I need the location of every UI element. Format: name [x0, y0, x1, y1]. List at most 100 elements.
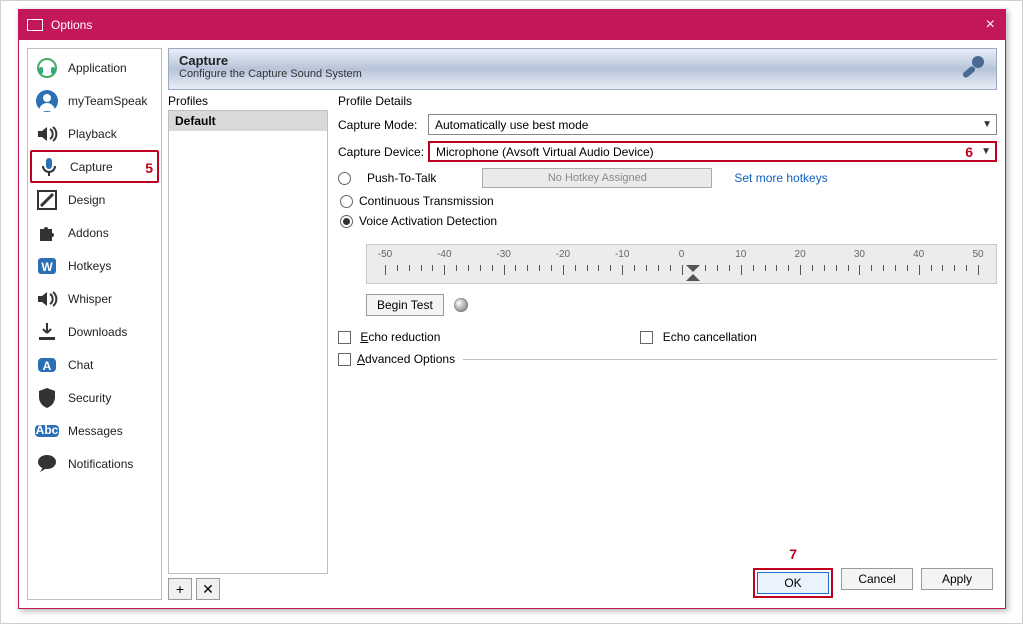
capture-device-value: Microphone (Avsoft Virtual Audio Device)	[436, 145, 654, 159]
sidebar-item-label: Whisper	[68, 292, 112, 306]
slider-tick-label: 10	[735, 249, 746, 260]
sidebar-item-chat[interactable]: A Chat	[30, 348, 159, 381]
sidebar-item-label: Security	[68, 391, 111, 405]
sidebar: Application myTeamSpeak Playback Capture	[27, 48, 162, 600]
download-icon	[34, 319, 60, 345]
sidebar-item-application[interactable]: Application	[30, 51, 159, 84]
speaker-icon	[34, 121, 60, 147]
sidebar-item-label: Messages	[68, 424, 123, 438]
badge-a-icon: A	[34, 352, 60, 378]
slider-tick-label: 0	[679, 249, 685, 260]
slider-tick-label: -10	[615, 249, 629, 260]
sidebar-item-design[interactable]: Design	[30, 183, 159, 216]
microphone-icon	[958, 53, 988, 86]
main-panel: Capture Configure the Capture Sound Syst…	[168, 48, 997, 600]
options-window: Options × Application myTeamSpeak	[18, 9, 1006, 609]
app-icon	[27, 19, 43, 31]
sidebar-item-label: Hotkeys	[68, 259, 111, 273]
dialog-footer: 7 OK Cancel Apply	[338, 558, 997, 600]
sidebar-item-addons[interactable]: Addons	[30, 216, 159, 249]
svg-text:Abc: Abc	[36, 423, 59, 437]
details-label: Profile Details	[338, 90, 997, 114]
more-hotkeys-link[interactable]: Set more hotkeys	[734, 171, 827, 185]
sidebar-item-security[interactable]: Security	[30, 381, 159, 414]
sidebar-item-label: Design	[68, 193, 105, 207]
sidebar-item-label: Notifications	[68, 457, 133, 471]
window-title: Options	[51, 18, 92, 32]
body: Application myTeamSpeak Playback Capture	[19, 40, 1005, 608]
sidebar-item-messages[interactable]: Abc Messages	[30, 414, 159, 447]
sidebar-item-label: Playback	[68, 127, 117, 141]
header-title: Capture	[179, 53, 986, 68]
echo-cancellation-checkbox[interactable]	[640, 331, 653, 344]
test-indicator-icon	[454, 298, 468, 312]
slider-tick-label: 40	[913, 249, 924, 260]
profiles-label: Profiles	[168, 90, 328, 110]
echo-reduction-label: Echo reduction	[360, 330, 440, 344]
sidebar-item-myteamspeak[interactable]: myTeamSpeak	[30, 84, 159, 117]
add-profile-button[interactable]: +	[168, 578, 192, 600]
capture-mode-label: Capture Mode:	[338, 118, 428, 132]
apply-button[interactable]: Apply	[921, 568, 993, 590]
close-icon[interactable]: ×	[986, 16, 995, 34]
capture-mode-value: Automatically use best mode	[435, 118, 588, 132]
chevron-down-icon: ▼	[981, 146, 991, 157]
divider	[463, 359, 997, 360]
sidebar-item-capture[interactable]: Capture 5	[30, 150, 159, 183]
slider-tick-label: -30	[496, 249, 510, 260]
profile-item[interactable]: Default	[169, 111, 327, 131]
content-row: Profiles Default + ✕ Profile Details Cap…	[168, 90, 997, 600]
annotation-6: 6	[965, 144, 973, 160]
echo-reduction-checkbox[interactable]	[338, 331, 351, 344]
slider-tick-label: -40	[437, 249, 451, 260]
profiles-list[interactable]: Default	[168, 110, 328, 574]
capture-mode-dropdown[interactable]: Automatically use best mode ▼	[428, 114, 997, 135]
header-banner: Capture Configure the Capture Sound Syst…	[168, 48, 997, 90]
push-to-talk-radio[interactable]	[338, 172, 351, 185]
profile-details: Profile Details Capture Mode: Automatica…	[328, 90, 997, 600]
slider-tick-label: 20	[795, 249, 806, 260]
remove-profile-button[interactable]: ✕	[196, 578, 220, 600]
dialog-frame: Options × Application myTeamSpeak	[0, 0, 1023, 624]
header-subtitle: Configure the Capture Sound System	[179, 68, 986, 80]
capture-device-label: Capture Device:	[338, 145, 428, 159]
keyboard-icon: W	[34, 253, 60, 279]
slider-handle[interactable]	[684, 263, 702, 277]
sidebar-item-label: Addons	[68, 226, 109, 240]
advanced-options-label: Advanced Options	[357, 352, 455, 366]
microphone-icon	[36, 154, 62, 180]
sidebar-item-notifications[interactable]: Notifications	[30, 447, 159, 480]
svg-text:A: A	[43, 359, 52, 373]
sidebar-item-label: myTeamSpeak	[68, 94, 147, 108]
sidebar-item-label: Capture	[70, 160, 113, 174]
sidebar-item-label: Downloads	[68, 325, 127, 339]
vad-slider[interactable]: -50-40-30-20-1001020304050	[366, 244, 997, 284]
person-icon	[34, 88, 60, 114]
ruler-icon	[34, 187, 60, 213]
sidebar-item-hotkeys[interactable]: W Hotkeys	[30, 249, 159, 282]
push-to-talk-label: Push-To-Talk	[367, 171, 436, 185]
shield-icon	[34, 385, 60, 411]
continuous-label: Continuous Transmission	[359, 194, 494, 208]
slider-tick-label: 50	[972, 249, 983, 260]
svg-text:W: W	[41, 260, 53, 274]
capture-device-dropdown[interactable]: Microphone (Avsoft Virtual Audio Device)…	[428, 141, 997, 162]
ok-highlight: OK	[753, 568, 833, 598]
begin-test-button[interactable]: Begin Test	[366, 294, 444, 316]
ok-button[interactable]: OK	[757, 572, 829, 594]
chevron-down-icon: ▼	[982, 119, 992, 130]
echo-cancellation-label: Echo cancellation	[663, 330, 757, 344]
sidebar-item-playback[interactable]: Playback	[30, 117, 159, 150]
speech-icon	[34, 451, 60, 477]
sidebar-item-whisper[interactable]: Whisper	[30, 282, 159, 315]
sidebar-item-downloads[interactable]: Downloads	[30, 315, 159, 348]
continuous-radio[interactable]	[340, 195, 353, 208]
vad-radio[interactable]	[340, 215, 353, 228]
cancel-button[interactable]: Cancel	[841, 568, 913, 590]
speaker-icon	[34, 286, 60, 312]
slider-tick-label: 30	[854, 249, 865, 260]
advanced-options-checkbox[interactable]	[338, 353, 351, 366]
puzzle-icon	[34, 220, 60, 246]
hotkey-assign-box[interactable]: No Hotkey Assigned	[482, 168, 712, 188]
sidebar-item-label: Chat	[68, 358, 93, 372]
